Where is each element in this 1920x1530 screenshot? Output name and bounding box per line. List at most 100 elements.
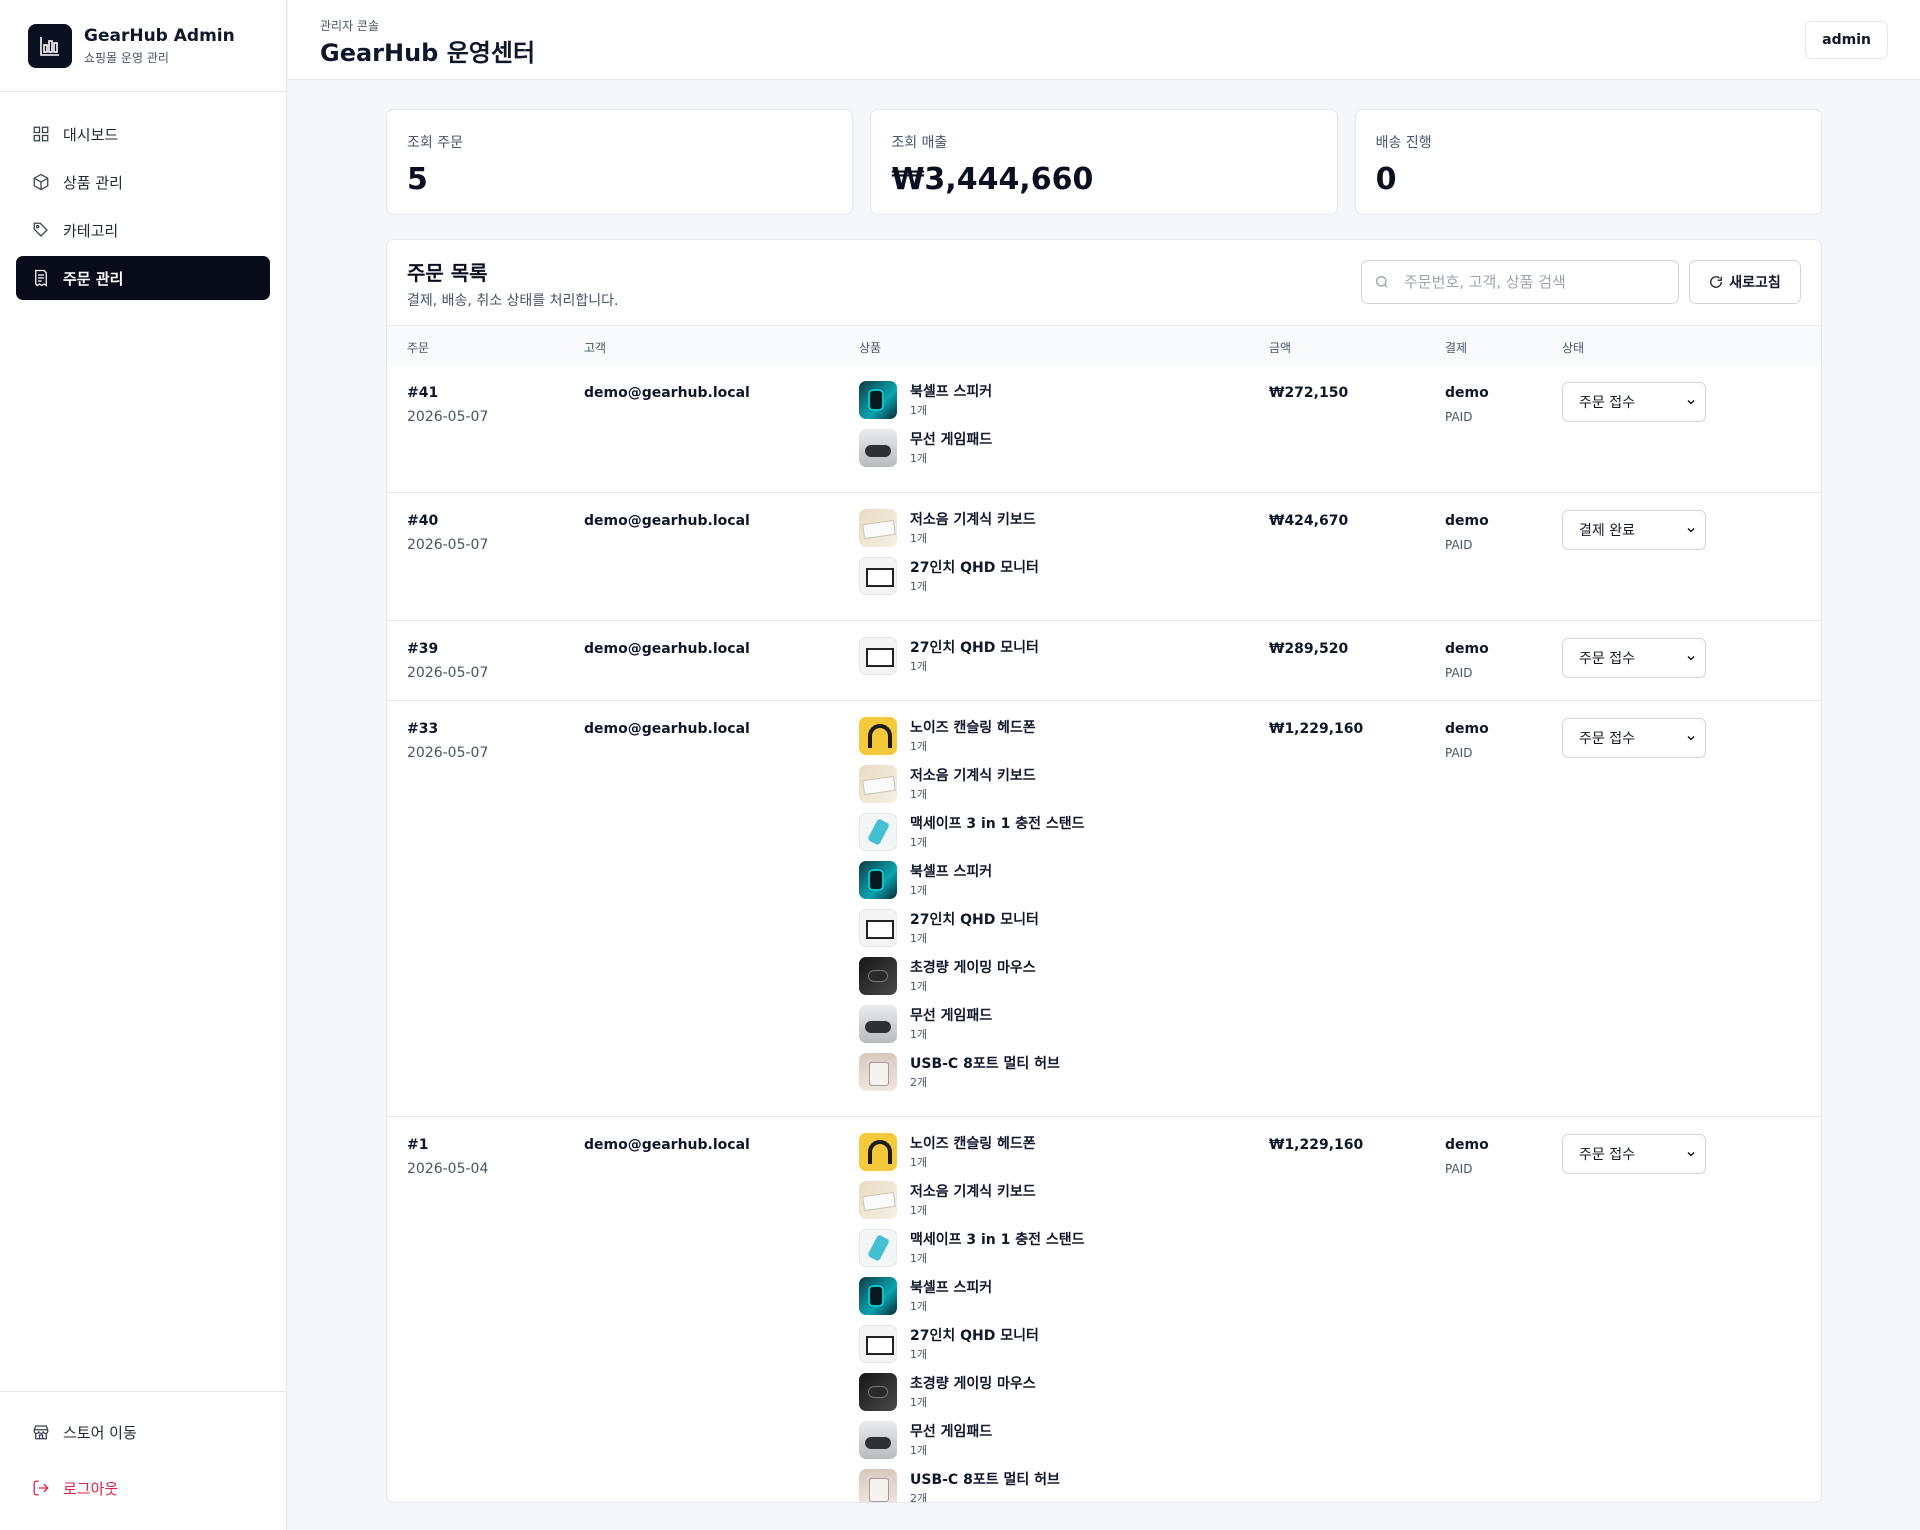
stats-row: 조회 주문 5 조회 매출 ₩3,444,660 배송 진행 0 bbox=[386, 109, 1822, 215]
stat-value: 5 bbox=[407, 162, 428, 197]
product-name: 27인치 QHD 모니터 bbox=[910, 912, 1039, 928]
order-items: 노이즈 캔슬링 헤드폰 1개 저소음 기계식 키보드 1개 맥세이프 3 in 1 충전… bbox=[859, 1133, 1085, 1503]
order-items: 노이즈 캔슬링 헤드폰 1개 저소음 기계식 키보드 1개 맥세이프 3 in 1 충전… bbox=[859, 717, 1085, 1101]
order-item: 노이즈 캔슬링 헤드폰 1개 bbox=[859, 717, 1085, 765]
order-item: 초경량 게이밍 마우스 1개 bbox=[859, 957, 1085, 1005]
product-thumbnail bbox=[859, 381, 897, 419]
order-id[interactable]: #41 bbox=[407, 385, 438, 401]
order-items: 저소음 기계식 키보드 1개 27인치 QHD 모니터 1개 bbox=[859, 509, 1039, 605]
table-row[interactable]: #39 2026-05-07 demo@gearhub.local 27인치 QHD … bbox=[387, 621, 1821, 701]
sidebar-item-orders[interactable]: 주문 관리 bbox=[16, 256, 270, 300]
order-date: 2026-05-04 bbox=[407, 1161, 489, 1177]
product-name: 무선 게임패드 bbox=[910, 432, 993, 448]
product-thumbnail bbox=[859, 1133, 897, 1171]
status-select[interactable]: 주문 접수 bbox=[1562, 1134, 1706, 1174]
table-row[interactable]: #41 2026-05-07 demo@gearhub.local 북셀프 스피커 1개… bbox=[387, 365, 1821, 493]
order-item: USB-C 8포트 멀티 허브 2개 bbox=[859, 1469, 1085, 1503]
sidebar-item-products[interactable]: 상품 관리 bbox=[16, 160, 270, 204]
col-customer: 고객 bbox=[584, 341, 607, 355]
product-name: 27인치 QHD 모니터 bbox=[910, 640, 1039, 656]
order-id[interactable]: #40 bbox=[407, 513, 438, 529]
order-amount: ₩289,520 bbox=[1269, 641, 1349, 657]
product-thumbnail bbox=[859, 909, 897, 947]
status-select[interactable]: 주문 접수 bbox=[1562, 718, 1706, 758]
sidebar-item-dashboard[interactable]: 대시보드 bbox=[16, 112, 270, 156]
order-amount: ₩1,229,160 bbox=[1269, 721, 1364, 737]
receipt-icon bbox=[35, 269, 47, 287]
grid-icon bbox=[33, 126, 49, 142]
product-qty: 1개 bbox=[910, 836, 928, 849]
orders-table-body: #41 2026-05-07 demo@gearhub.local 북셀프 스피커 1개… bbox=[387, 365, 1821, 1503]
status-select-value: 결제 완료 bbox=[1579, 523, 1635, 539]
logout-button[interactable]: 로그아웃 bbox=[16, 1466, 270, 1510]
product-thumbnail bbox=[859, 717, 897, 755]
product-qty: 1개 bbox=[910, 1252, 928, 1265]
product-qty: 1개 bbox=[910, 580, 928, 593]
sidebar-item-store[interactable]: 스토어 이동 bbox=[16, 1410, 270, 1454]
order-id[interactable]: #1 bbox=[407, 1137, 428, 1153]
stat-label: 배송 진행 bbox=[1375, 135, 1432, 151]
order-id[interactable]: #33 bbox=[407, 721, 438, 737]
refresh-label: 새로고침 bbox=[1729, 275, 1781, 291]
table-row[interactable]: #40 2026-05-07 demo@gearhub.local 저소음 기계식 키… bbox=[387, 493, 1821, 621]
product-qty: 1개 bbox=[910, 532, 928, 545]
status-select-value: 주문 접수 bbox=[1579, 651, 1635, 667]
order-item: 27인치 QHD 모니터 1개 bbox=[859, 1325, 1085, 1373]
order-date: 2026-05-07 bbox=[407, 745, 489, 761]
product-qty: 1개 bbox=[910, 1396, 928, 1409]
product-thumbnail bbox=[859, 957, 897, 995]
order-item: 저소음 기계식 키보드 1개 bbox=[859, 509, 1039, 557]
col-payment: 결제 bbox=[1445, 341, 1468, 355]
user-menu-button[interactable]: admin bbox=[1805, 21, 1888, 59]
col-status: 상태 bbox=[1562, 341, 1585, 355]
search-box[interactable] bbox=[1361, 260, 1679, 304]
order-date: 2026-05-07 bbox=[407, 409, 489, 425]
sidebar-footer: 스토어 이동 로그아웃 bbox=[0, 1391, 286, 1530]
product-qty: 1개 bbox=[910, 1444, 928, 1457]
product-name: 북셀프 스피커 bbox=[910, 1280, 993, 1296]
chart-logo-icon bbox=[28, 23, 72, 68]
product-name: 저소음 기계식 키보드 bbox=[910, 1184, 1036, 1200]
sidebar-item-categories[interactable]: 카테고리 bbox=[16, 208, 270, 252]
product-thumbnail bbox=[859, 509, 897, 547]
order-amount: ₩272,150 bbox=[1269, 385, 1349, 401]
product-name: 27인치 QHD 모니터 bbox=[910, 560, 1039, 576]
status-select[interactable]: 주문 접수 bbox=[1562, 382, 1706, 422]
search-icon bbox=[1376, 276, 1388, 288]
brand[interactable]: GearHub Admin 쇼핑몰 운영 관리 bbox=[0, 0, 286, 92]
table-row[interactable]: #33 2026-05-07 demo@gearhub.local 노이즈 캔슬링 헤… bbox=[387, 701, 1821, 1117]
stat-value: ₩3,444,660 bbox=[891, 162, 1094, 197]
chevron-down-icon bbox=[1687, 655, 1695, 661]
stat-label: 조회 매출 bbox=[891, 135, 948, 151]
box-icon bbox=[33, 173, 49, 191]
search-input[interactable] bbox=[1404, 273, 1664, 291]
order-amount: ₩1,229,160 bbox=[1269, 1137, 1364, 1153]
product-qty: 1개 bbox=[910, 980, 928, 993]
customer-email: demo@gearhub.local bbox=[584, 641, 750, 657]
table-row[interactable]: #1 2026-05-04 demo@gearhub.local 노이즈 캔슬링 헤드… bbox=[387, 1117, 1821, 1503]
product-qty: 1개 bbox=[910, 452, 928, 465]
brand-subtitle: 쇼핑몰 운영 관리 bbox=[84, 50, 169, 65]
topbar: 관리자 콘솔 GearHub 운영센터 admin bbox=[288, 0, 1920, 80]
product-thumbnail bbox=[859, 1005, 897, 1043]
product-qty: 1개 bbox=[910, 1204, 928, 1217]
product-thumbnail bbox=[859, 765, 897, 803]
product-qty: 1개 bbox=[910, 932, 928, 945]
product-qty: 1개 bbox=[910, 884, 928, 897]
table-header: 주문 고객 상품 금액 결제 상태 bbox=[387, 325, 1821, 365]
col-amount: 금액 bbox=[1269, 341, 1292, 355]
refresh-button[interactable]: 새로고침 bbox=[1689, 260, 1801, 304]
product-name: 저소음 기계식 키보드 bbox=[910, 512, 1036, 528]
stat-card-orders: 조회 주문 5 bbox=[386, 109, 854, 215]
product-thumbnail bbox=[859, 429, 897, 467]
order-id[interactable]: #39 bbox=[407, 641, 438, 657]
status-select-value: 주문 접수 bbox=[1579, 731, 1635, 747]
product-qty: 2개 bbox=[910, 1492, 928, 1503]
breadcrumb: 관리자 콘솔 bbox=[320, 19, 380, 33]
status-select[interactable]: 주문 접수 bbox=[1562, 638, 1706, 678]
order-item: 27인치 QHD 모니터 1개 bbox=[859, 909, 1085, 957]
product-qty: 1개 bbox=[910, 660, 928, 673]
product-name: 저소음 기계식 키보드 bbox=[910, 768, 1036, 784]
order-items: 북셀프 스피커 1개 무선 게임패드 1개 bbox=[859, 381, 992, 477]
status-select[interactable]: 결제 완료 bbox=[1562, 510, 1706, 550]
